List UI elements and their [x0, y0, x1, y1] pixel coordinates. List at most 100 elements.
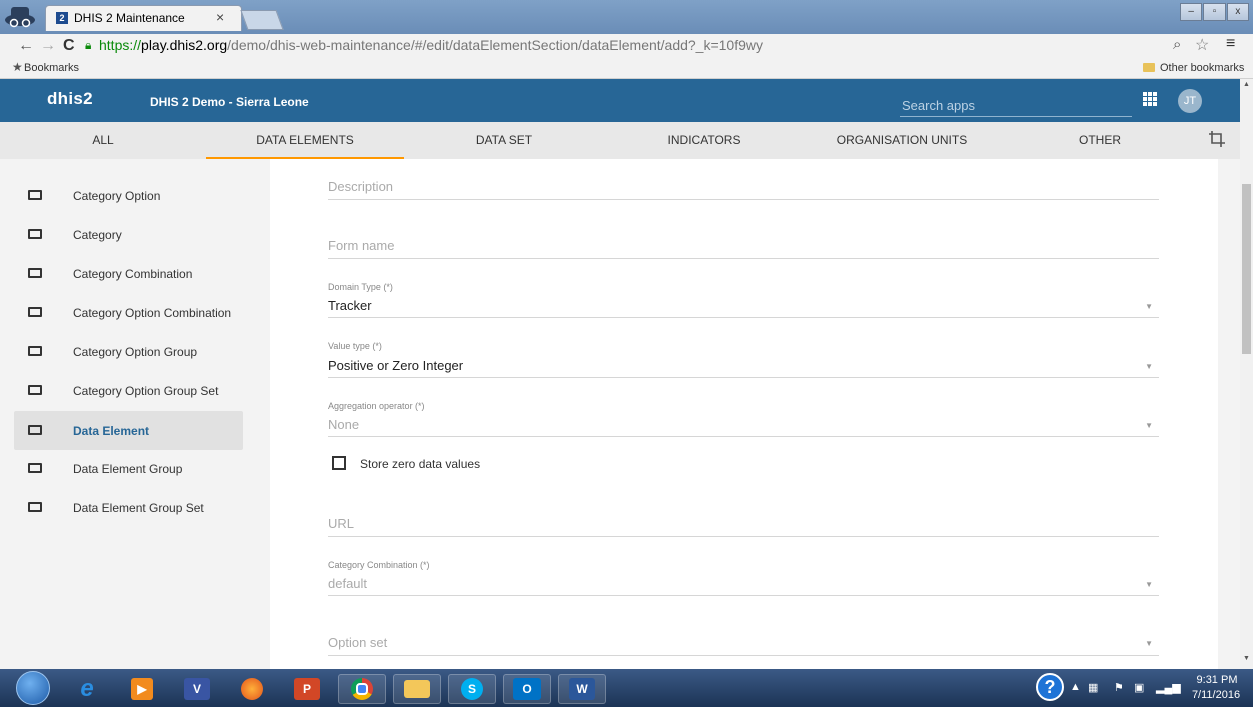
dropdown-caret-icon: ▼	[1145, 580, 1153, 589]
other-bookmarks-link[interactable]: Other bookmarks	[1160, 62, 1244, 74]
forward-arrow-icon[interactable]: →	[40, 37, 56, 55]
power-icon[interactable]: ▣	[1134, 681, 1144, 694]
field-underline	[328, 436, 1159, 437]
tab-indicators[interactable]: INDICATORS	[604, 122, 804, 159]
zoom-icon[interactable]: ⌕	[1173, 36, 1181, 53]
outlook-icon[interactable]: O	[503, 674, 551, 704]
field-underline	[328, 595, 1159, 596]
field-underline	[328, 377, 1159, 378]
file-explorer-icon[interactable]	[393, 674, 441, 704]
sidebar-item-category[interactable]: Category	[14, 215, 243, 254]
option-set-select[interactable]: Option set ▼	[328, 635, 1159, 657]
field-underline	[328, 258, 1159, 259]
scroll-down-icon[interactable]: ▼	[1243, 655, 1250, 662]
category-combination-value: default	[328, 576, 368, 591]
page-scrollbar[interactable]: ▲ ▼	[1240, 79, 1253, 669]
edit-form: Description Form name Domain Type (*) Tr…	[270, 159, 1218, 669]
signal-icon[interactable]: ▂▄▆	[1156, 681, 1181, 694]
browser-menu-icon[interactable]: ≡	[1226, 35, 1235, 53]
sidebar-item-data-element[interactable]: Data Element	[14, 411, 243, 450]
category-combination-select[interactable]: Category Combination (*) default ▼	[328, 560, 1159, 597]
action-center-flag-icon[interactable]: ⚑	[1114, 681, 1124, 694]
value-type-select[interactable]: Value type (*) Positive or Zero Integer …	[328, 341, 1159, 378]
tab-title: DHIS 2 Maintenance	[74, 11, 185, 25]
clock-date[interactable]: 7/11/2016	[1186, 689, 1246, 701]
sidebar-item-category-option[interactable]: Category Option	[14, 176, 243, 215]
aggregation-operator-select[interactable]: Aggregation operator (*) None ▼	[328, 401, 1159, 438]
browser-tab[interactable]: 2 DHIS 2 Maintenance ×	[45, 5, 242, 31]
lock-icon: 🔒︎	[85, 38, 92, 52]
url-host: play.dhis2.org	[141, 37, 228, 53]
sidebar-item-category-option-group[interactable]: Category Option Group	[14, 332, 243, 371]
maximize-button[interactable]: ▫	[1203, 3, 1226, 21]
clock-time[interactable]: 9:31 PM	[1192, 674, 1242, 686]
folder-icon	[28, 190, 42, 200]
sidebar-item-category-combination[interactable]: Category Combination	[14, 254, 243, 293]
tab-organisation-units[interactable]: ORGANISATION UNITS	[804, 122, 1000, 159]
aggregation-operator-value: None	[328, 417, 360, 432]
store-zero-label[interactable]: Store zero data values	[360, 457, 480, 471]
firefox-icon[interactable]	[228, 674, 276, 704]
media-player-icon[interactable]: ▶	[118, 674, 166, 704]
domain-type-label: Domain Type (*)	[328, 282, 393, 292]
category-combination-label: Category Combination (*)	[328, 560, 430, 570]
url-field[interactable]: URL	[328, 516, 1159, 538]
dropdown-caret-icon: ▼	[1145, 639, 1153, 648]
domain-type-select[interactable]: Domain Type (*) Tracker ▼	[328, 282, 1159, 319]
close-window-button[interactable]: x	[1226, 3, 1249, 21]
word-icon[interactable]: W	[558, 674, 606, 704]
apps-grid-icon[interactable]	[1143, 92, 1157, 106]
form-name-field[interactable]: Form name	[328, 238, 1159, 260]
folder-icon	[28, 268, 42, 278]
sidebar-item-label: Category Option Combination	[73, 306, 232, 320]
tab-data-set[interactable]: DATA SET	[404, 122, 604, 159]
scrollbar-thumb[interactable]	[1242, 184, 1251, 354]
help-icon[interactable]: ?	[1036, 673, 1064, 701]
dhis2-logo[interactable]: dhis2	[47, 89, 93, 109]
skype-icon[interactable]: S	[448, 674, 496, 704]
app-header: dhis2 DHIS 2 Demo - Sierra Leone JT	[0, 79, 1240, 122]
show-hidden-icons-icon[interactable]: ▲	[1070, 681, 1081, 693]
folder-icon	[1143, 63, 1155, 72]
tab-all[interactable]: ALL	[0, 122, 206, 159]
description-field[interactable]: Description	[328, 179, 1159, 201]
window-controls: – ▫ x	[1180, 3, 1250, 21]
windows-taskbar: e ▶ V P S O W ? ▲ ▦ ⚑ ▣ ▂▄▆ 9:31 PM 7/11…	[0, 669, 1253, 707]
back-arrow-icon[interactable]: ←	[18, 37, 34, 55]
tab-other[interactable]: OTHER	[1000, 122, 1200, 159]
option-set-placeholder: Option set	[328, 635, 388, 650]
reload-icon[interactable]: C	[63, 37, 75, 55]
dropdown-caret-icon: ▼	[1145, 302, 1153, 311]
store-zero-checkbox[interactable]	[332, 456, 346, 470]
visio-icon[interactable]: V	[173, 674, 221, 704]
url-placeholder: URL	[328, 516, 355, 531]
new-tab-button[interactable]	[240, 10, 284, 30]
minimize-button[interactable]: –	[1180, 3, 1203, 21]
internet-explorer-icon[interactable]: e	[63, 674, 111, 704]
bookmark-star-icon[interactable]: ☆	[1195, 35, 1209, 55]
search-apps-input[interactable]	[900, 94, 1132, 117]
tab-data-elements[interactable]: DATA ELEMENTS	[206, 122, 404, 159]
tab-close-icon[interactable]: ×	[216, 9, 224, 25]
bookmarks-link[interactable]: Bookmarks	[24, 62, 79, 74]
start-button[interactable]	[16, 671, 50, 705]
powerpoint-icon[interactable]: P	[283, 674, 331, 704]
sidebar-item-data-element-group-set[interactable]: Data Element Group Set	[14, 488, 243, 527]
avatar[interactable]: JT	[1178, 89, 1202, 113]
folder-icon	[28, 425, 42, 435]
folder-icon	[28, 463, 42, 473]
sidebar-item-category-option-combination[interactable]: Category Option Combination	[14, 293, 243, 332]
chrome-icon[interactable]	[338, 674, 386, 704]
incognito-icon	[2, 3, 38, 31]
sidebar-item-category-option-group-set[interactable]: Category Option Group Set	[14, 371, 243, 410]
crop-icon[interactable]	[1208, 130, 1226, 153]
scroll-up-icon[interactable]: ▲	[1243, 81, 1250, 88]
sidebar-item-label: Category Option Group Set	[73, 384, 219, 398]
network-status-icon[interactable]: ▦	[1088, 681, 1098, 694]
value-type-value: Positive or Zero Integer	[328, 358, 464, 373]
address-bar[interactable]: https://play.dhis2.org/demo/dhis-web-mai…	[99, 37, 1159, 55]
browser-toolbar: ← → C 🔒︎ https://play.dhis2.org/demo/dhi…	[0, 34, 1253, 58]
sidebar-item-data-element-group[interactable]: Data Element Group	[14, 449, 243, 488]
section-tabs: ALL DATA ELEMENTS DATA SET INDICATORS OR…	[0, 122, 1240, 159]
sidebar: Category Option Category Category Combin…	[0, 159, 270, 669]
